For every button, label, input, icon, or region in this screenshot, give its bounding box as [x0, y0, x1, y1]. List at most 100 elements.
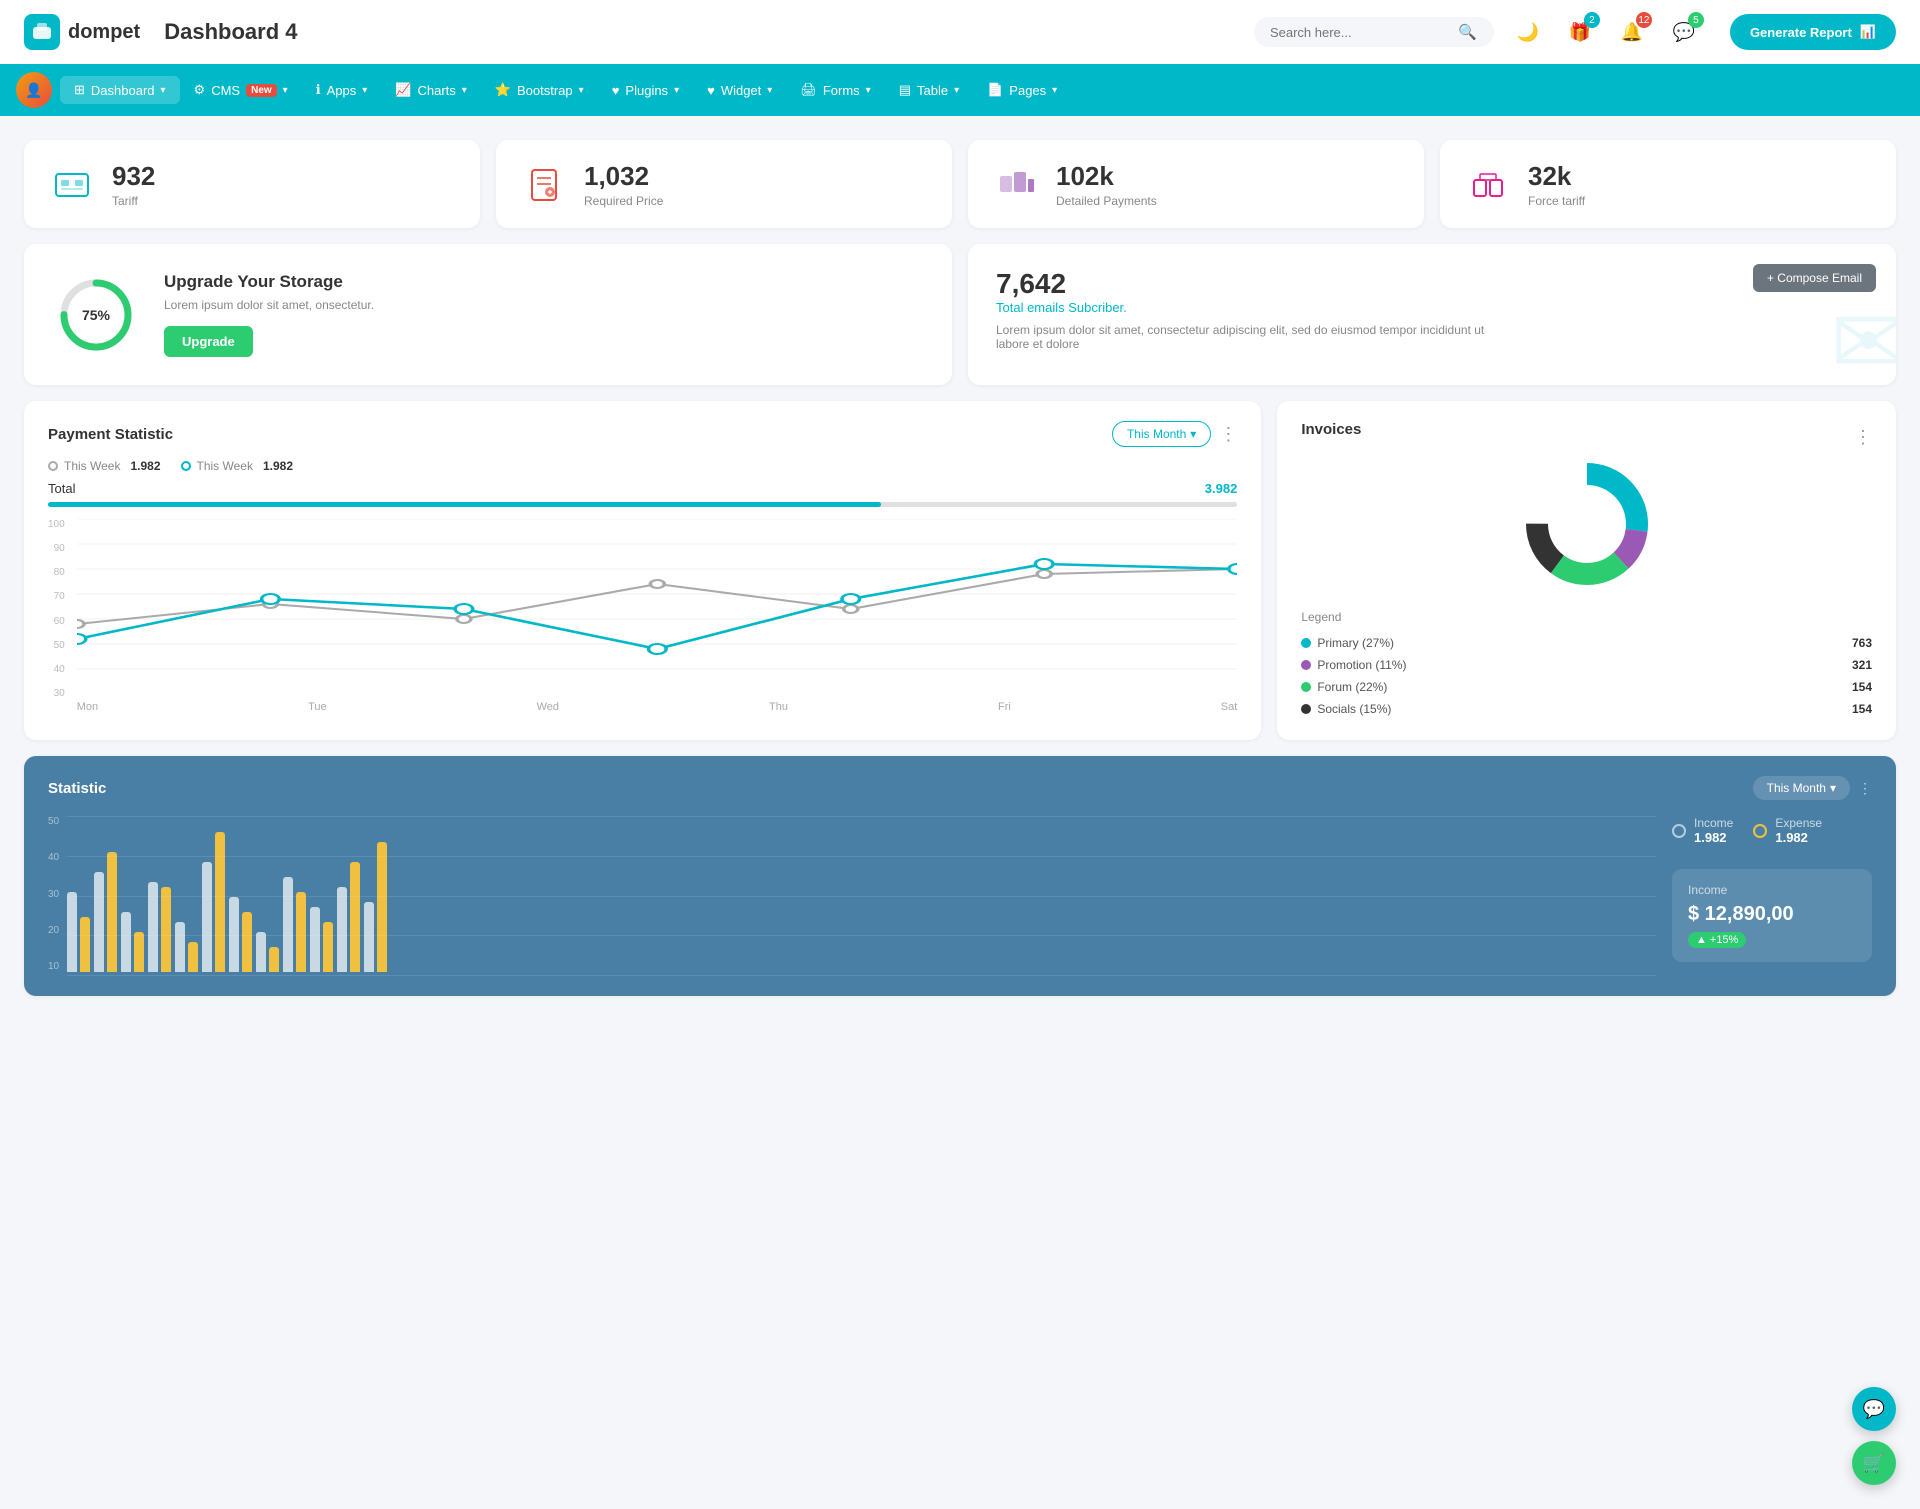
cms-badge: New [246, 84, 277, 97]
bell-btn[interactable]: 🔔 12 [1614, 14, 1650, 50]
upgrade-button[interactable]: Upgrade [164, 326, 253, 357]
nav-label-apps: Apps [327, 83, 357, 98]
nav-item-table[interactable]: ▤ Table ▾ [885, 76, 973, 104]
chat-btn[interactable]: 💬 5 [1666, 14, 1702, 50]
generate-report-button[interactable]: Generate Report 📊 [1730, 14, 1896, 50]
apps-icon: ℹ [316, 82, 321, 98]
nav-item-forms[interactable]: 🖨 Forms ▾ [786, 76, 884, 104]
required-price-label: Required Price [584, 194, 663, 208]
storage-title: Upgrade Your Storage [164, 272, 374, 292]
bar-white-5 [175, 922, 185, 972]
bar-group-10 [310, 907, 333, 972]
nav-label-widget: Widget [721, 83, 761, 98]
stat-cards-row: 932 Tariff 1,032 Required Price [24, 140, 1896, 228]
nav-arrow-widget: ▾ [767, 85, 772, 96]
logo-icon [24, 14, 60, 50]
invoices-more-icon[interactable]: ⋮ [1854, 427, 1872, 448]
header-icons: 🌙 🎁 2 🔔 12 💬 5 Generate Report 📊 [1510, 14, 1896, 50]
nav-label-forms: Forms [823, 83, 860, 98]
expense-label: Expense [1775, 816, 1822, 830]
gift-badge: 2 [1584, 12, 1600, 28]
bar-yellow-2 [107, 852, 117, 972]
stat-filter-arrow: ▾ [1830, 781, 1836, 795]
compose-email-button[interactable]: + Compose Email [1753, 264, 1876, 292]
statistic-more-icon[interactable]: ⋮ [1858, 780, 1872, 797]
stat-card-tariff: 932 Tariff [24, 140, 480, 228]
legend-socials: Socials (15%) 154 [1301, 698, 1872, 720]
nav-item-dashboard[interactable]: ⊞ Dashboard ▾ [60, 76, 180, 104]
tariff-info: 932 Tariff [112, 161, 155, 208]
bar-chart-area [67, 816, 1656, 976]
force-tariff-icon [1464, 160, 1512, 208]
pages-icon: 📄 [987, 82, 1003, 98]
theme-toggle-btn[interactable]: 🌙 [1510, 14, 1546, 50]
fab-support[interactable]: 💬 [1852, 1387, 1896, 1431]
y-30: 30 [48, 889, 59, 900]
legend-title: Legend [1301, 610, 1872, 624]
legend-section: Legend Primary (27%) 763 Promotion (11%)… [1301, 610, 1872, 720]
legend-row: This Week 1.982 This Week 1.982 [48, 459, 1237, 473]
bar-white-7 [229, 897, 239, 972]
nav-arrow-plugins: ▾ [674, 85, 679, 96]
payments-icon [992, 160, 1040, 208]
bar-group-5 [175, 922, 198, 972]
generate-report-label: Generate Report [1750, 25, 1852, 40]
payment-more-icon[interactable]: ⋮ [1219, 424, 1237, 445]
statistic-filter-btn[interactable]: This Month ▾ [1753, 776, 1850, 800]
x-axis: Mon Tue Wed Thu Fri Sat [77, 697, 1238, 717]
nav-item-widget[interactable]: ♥ Widget ▾ [693, 77, 786, 104]
nav-item-bootstrap[interactable]: ⭐ Bootstrap ▾ [481, 76, 598, 104]
payment-card: Payment Statistic This Month ▾ ⋮ This We… [24, 401, 1261, 740]
widget-icon: ♥ [707, 83, 715, 98]
stat-card-force-tariff: 32k Force tariff [1440, 140, 1896, 228]
fab-cart[interactable]: 🛒 [1852, 1441, 1896, 1485]
email-bg-icon: ✉ [1831, 290, 1896, 385]
force-tariff-value: 32k [1528, 161, 1585, 192]
bar-group-9 [283, 877, 306, 972]
income-badge-text: +15% [1710, 934, 1738, 946]
bar-yellow-3 [134, 932, 144, 972]
expense-group: Expense 1.982 [1775, 816, 1822, 845]
email-card: + Compose Email 7,642 Total emails Subcr… [968, 244, 1896, 385]
legend-val-1: 1.982 [130, 459, 160, 473]
nav-arrow-cms: ▾ [283, 85, 288, 96]
total-bar-fill [48, 502, 881, 507]
income-detail-section: Income $ 12,890,00 ▲ +15% [1672, 869, 1872, 962]
bar-white-8 [256, 932, 266, 972]
y-50: 50 [48, 816, 59, 827]
chat-badge: 5 [1688, 12, 1704, 28]
nav-item-charts[interactable]: 📈 Charts ▾ [381, 76, 481, 104]
nav-item-pages[interactable]: 📄 Pages ▾ [973, 76, 1071, 104]
bar-chart-section: 50 40 30 20 10 [48, 816, 1656, 976]
bar-group-3 [121, 912, 144, 972]
gift-btn[interactable]: 🎁 2 [1562, 14, 1598, 50]
tariff-value: 932 [112, 161, 155, 192]
bar-white-11 [337, 887, 347, 972]
nav-item-apps[interactable]: ℹ Apps ▾ [302, 76, 382, 104]
nav-arrow-dashboard: ▾ [161, 85, 166, 96]
bar-white-4 [148, 882, 158, 972]
income-section-label: Income [1688, 883, 1856, 897]
legend-dot-1 [48, 461, 58, 471]
payment-filter-btn[interactable]: This Month ▾ [1112, 421, 1211, 447]
nav-arrow-pages: ▾ [1052, 85, 1057, 96]
statistic-body: 50 40 30 20 10 [48, 816, 1872, 976]
nav-item-cms[interactable]: ⚙ CMS New ▾ [180, 76, 302, 104]
nav-item-plugins[interactable]: ♥ Plugins ▾ [598, 77, 693, 104]
bar-white-9 [283, 877, 293, 972]
email-label: Total emails Subcriber. [996, 300, 1868, 315]
charts-row: Payment Statistic This Month ▾ ⋮ This We… [24, 401, 1896, 740]
bar-group-1 [67, 892, 90, 972]
income-value: 1.982 [1694, 830, 1733, 845]
legend-val-2: 1.982 [263, 459, 293, 473]
bell-badge: 12 [1636, 12, 1652, 28]
legend-val-promotion: 321 [1852, 658, 1872, 672]
legend-color-forum [1301, 682, 1311, 692]
income-label: Income [1694, 816, 1733, 830]
statistic-header: Statistic This Month ▾ ⋮ [48, 776, 1872, 800]
stat-filter-label: This Month [1767, 781, 1826, 795]
email-count: 7,642 [996, 268, 1868, 300]
bar-y-axis: 50 40 30 20 10 [48, 816, 67, 976]
search-input[interactable] [1270, 25, 1450, 40]
total-bar [48, 502, 1237, 507]
